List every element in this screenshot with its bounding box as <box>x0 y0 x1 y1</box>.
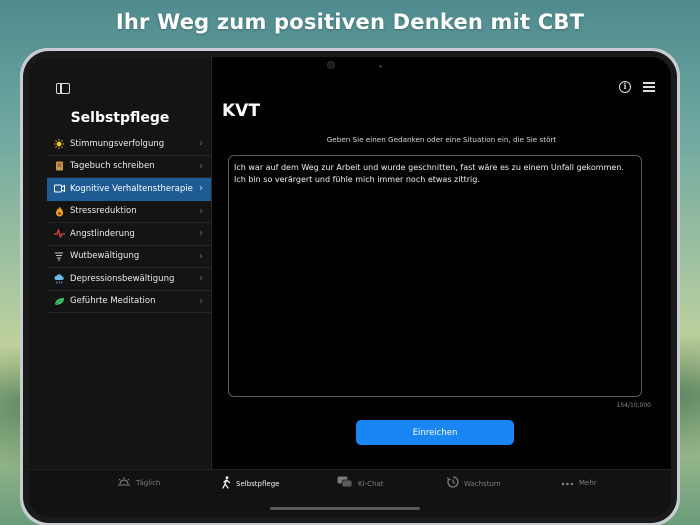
sunrise-icon <box>117 476 131 489</box>
rain-cloud-icon <box>53 273 65 285</box>
promo-headline: Ihr Weg zum positiven Denken mit CBT <box>115 10 585 34</box>
tab-wachstum[interactable]: Wachstum <box>446 476 501 491</box>
tablet-frame: Selbstpflege Stimmungsverfolgung › Tageb… <box>20 48 680 525</box>
sidebar-item-label: Stressreduktion <box>70 206 137 217</box>
toolbar: i <box>619 81 655 93</box>
sidebar-item-label: Stimmungsverfolgung <box>70 138 165 149</box>
sidebar-item-gefuehrte-meditation[interactable]: Geführte Meditation › <box>47 291 211 313</box>
info-icon[interactable]: i <box>619 81 631 93</box>
chevron-right-icon: › <box>199 273 203 284</box>
tab-bar: Täglich Selbstpflege KI-Chat Wachstum Me… <box>29 469 671 517</box>
sidebar-item-label: Angstlinderung <box>70 228 135 239</box>
tab-label: Selbstpflege <box>236 480 280 488</box>
tab-ki-chat[interactable]: KI-Chat <box>337 476 384 491</box>
tab-mehr[interactable]: Mehr <box>561 476 597 489</box>
cbt-icon <box>53 183 65 195</box>
tab-label: Mehr <box>579 478 597 487</box>
main-content: i KVT Geben Sie einen Gedanken oder eine… <box>212 57 671 469</box>
chevron-right-icon: › <box>199 183 203 194</box>
page-title: KVT <box>222 101 260 121</box>
sidebar: Selbstpflege Stimmungsverfolgung › Tageb… <box>29 57 211 469</box>
chevron-right-icon: › <box>199 228 203 239</box>
sidebar-item-label: Geführte Meditation <box>70 296 156 307</box>
sidebar-item-stressreduktion[interactable]: Stressreduktion › <box>47 201 211 223</box>
chevron-right-icon: › <box>199 205 203 217</box>
sidebar-item-stimmungsverfolgung[interactable]: Stimmungsverfolgung › <box>47 133 211 156</box>
tab-label: KI-Chat <box>358 479 384 488</box>
tab-label: Täglich <box>136 478 161 487</box>
chevron-right-icon: › <box>199 295 203 307</box>
tablet-bezel: Selbstpflege Stimmungsverfolgung › Tageb… <box>23 51 677 523</box>
sidebar-item-label: Kognitive Verhaltenstherapie <box>70 183 193 194</box>
notebook-icon <box>53 160 65 172</box>
storm-icon <box>53 250 65 262</box>
leaf-icon <box>53 295 65 307</box>
app-screen: Selbstpflege Stimmungsverfolgung › Tageb… <box>29 57 671 517</box>
home-indicator <box>270 507 420 510</box>
chevron-right-icon: › <box>199 160 203 172</box>
flame-icon <box>53 205 65 217</box>
sidebar-item-wutbewaeltigung[interactable]: Wutbewältigung › <box>47 246 211 268</box>
more-dots-icon <box>561 476 574 489</box>
sidebar-item-label: Tagebuch schreiben <box>70 161 155 172</box>
sun-icon <box>53 138 65 150</box>
sidebar-item-tagebuch[interactable]: Tagebuch schreiben › <box>47 156 211 178</box>
sidebar-item-depressionsbewaeltigung[interactable]: Depressionsbewältigung › <box>47 268 211 291</box>
tab-label: Wachstum <box>464 479 501 488</box>
character-counter: 154/10,000 <box>616 402 651 409</box>
sidebar-item-label: Wutbewältigung <box>70 251 140 262</box>
chat-bubbles-icon <box>337 476 353 491</box>
walking-icon <box>222 476 231 492</box>
growth-icon <box>446 476 459 491</box>
sidebar-toggle-icon[interactable] <box>56 83 70 94</box>
pulse-icon <box>53 228 65 240</box>
sidebar-item-angstlinderung[interactable]: Angstlinderung › <box>47 223 211 246</box>
input-prompt: Geben Sie einen Gedanken oder eine Situa… <box>326 135 557 144</box>
tab-selbstpflege[interactable]: Selbstpflege <box>222 476 279 492</box>
list-icon[interactable] <box>643 82 655 92</box>
tab-taeglich[interactable]: Täglich <box>117 476 160 489</box>
sidebar-item-label: Depressionsbewältigung <box>70 273 175 284</box>
submit-button[interactable]: Einreichen <box>356 420 514 445</box>
sidebar-menu: Stimmungsverfolgung › Tagebuch schreiben… <box>47 133 211 313</box>
chevron-right-icon: › <box>199 250 203 262</box>
sidebar-title: Selbstpflege <box>70 110 170 126</box>
thought-textarea[interactable]: Ich war auf dem Weg zur Arbeit und wurde… <box>228 155 642 397</box>
sidebar-item-kognitive-verhaltenstherapie[interactable]: Kognitive Verhaltenstherapie › <box>47 178 211 201</box>
chevron-right-icon: › <box>199 138 203 149</box>
